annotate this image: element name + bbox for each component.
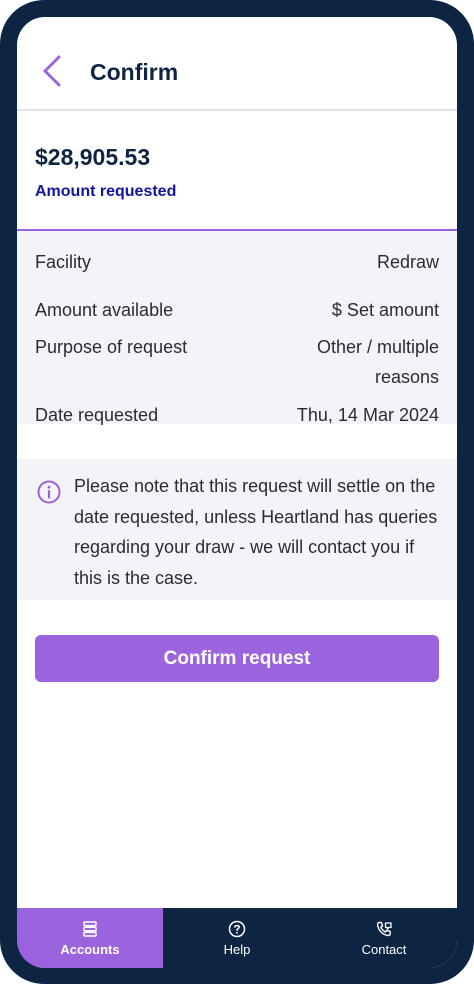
detail-value: Redraw bbox=[376, 252, 439, 272]
tab-contact[interactable]: Contact bbox=[311, 908, 457, 968]
help-icon bbox=[228, 920, 246, 938]
phone-icon bbox=[376, 921, 392, 937]
detail-key: Date requested bbox=[35, 405, 159, 425]
detail-value: Other / multiple reasons bbox=[316, 337, 439, 387]
detail-key: Facility bbox=[35, 252, 92, 272]
info-icon bbox=[37, 480, 61, 504]
details-list: Facility Redraw Amount available $ Set a… bbox=[17, 231, 457, 425]
tab-label: Help bbox=[223, 942, 251, 957]
detail-value: $ Set amount bbox=[331, 300, 439, 320]
tab-label: Contact bbox=[361, 942, 407, 957]
bottom-tab-bar: Accounts Help Contact bbox=[17, 908, 457, 968]
tab-help[interactable]: Help bbox=[164, 908, 310, 968]
back-button[interactable] bbox=[37, 53, 67, 89]
chevron-left-icon bbox=[43, 55, 61, 87]
amount-value: $28,905.53 bbox=[35, 144, 151, 170]
detail-key: Purpose of request bbox=[35, 337, 188, 357]
detail-key: Amount available bbox=[35, 300, 174, 320]
tab-accounts[interactable]: Accounts bbox=[17, 908, 163, 968]
amount-label: Amount requested bbox=[35, 183, 177, 200]
info-notice: Please note that this request will settl… bbox=[17, 459, 457, 600]
header: Confirm bbox=[17, 17, 457, 111]
amount-summary: $28,905.53 Amount requested bbox=[17, 111, 457, 231]
tab-label: Accounts bbox=[60, 942, 120, 957]
accounts-icon bbox=[83, 921, 97, 937]
device-frame: Confirm $28,905.53 Amount requested Faci… bbox=[0, 0, 474, 984]
page-title: Confirm bbox=[90, 59, 179, 85]
notice-text: Please note that this request will settl… bbox=[74, 476, 438, 588]
screen: Confirm $28,905.53 Amount requested Faci… bbox=[17, 17, 457, 968]
detail-value: Thu, 14 Mar 2024 bbox=[296, 405, 439, 425]
confirm-request-button[interactable]: Confirm request bbox=[35, 635, 439, 682]
